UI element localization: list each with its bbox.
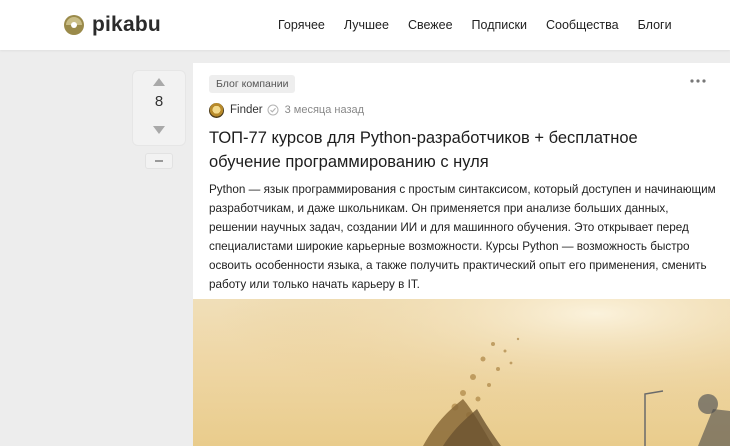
site-header: pikabu Горячее Лучшее Свежее Подписки Со… [0,0,730,50]
more-icon[interactable] [688,75,708,87]
verified-icon [267,104,279,116]
minus-button[interactable] [145,153,173,169]
main-nav: Горячее Лучшее Свежее Подписки Сообществ… [278,0,672,50]
post-card: Блог компании Finder 3 месяца назад ТОП-… [193,63,730,446]
avatar[interactable] [209,102,224,118]
company-blog-badge[interactable]: Блог компании [209,75,296,93]
minus-icon [155,160,163,162]
nav-fresh[interactable]: Свежее [408,18,453,32]
nav-best[interactable]: Лучшее [344,18,389,32]
vote-down-icon[interactable] [152,125,166,135]
pikabu-logo[interactable]: pikabu [63,12,161,38]
nav-communities[interactable]: Сообщества [546,18,619,32]
post-time: 3 месяца назад [284,104,365,116]
vote-up-icon[interactable] [152,77,166,87]
logo-text: pikabu [92,13,161,36]
author-name[interactable]: Finder [230,104,263,116]
author-row: Finder 3 месяца назад [209,102,364,118]
rating-box: 8 [132,70,186,146]
nav-hot[interactable]: Горячее [278,18,325,32]
pikabu-logo-icon [64,15,84,35]
nav-blogs[interactable]: Блоги [638,18,672,32]
post-body: Python — язык программирования с простым… [209,183,716,291]
nav-subscriptions[interactable]: Подписки [472,18,527,32]
rating-value: 8 [154,93,164,110]
post-image-art [193,299,730,446]
post-image [193,299,730,446]
post-title[interactable]: ТОП-77 курсов для Python-разработчиков +… [209,126,709,174]
